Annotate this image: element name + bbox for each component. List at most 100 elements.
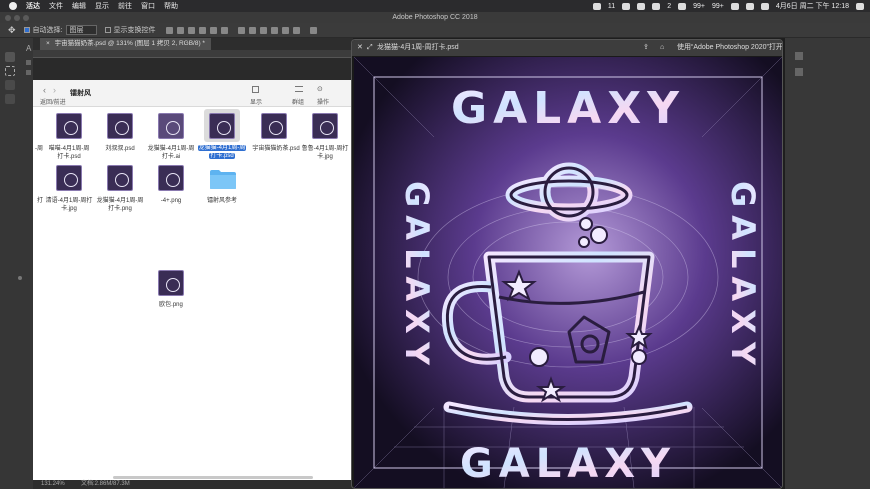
open-with-button[interactable]: 使用“Adobe Photoshop 2020”打开 (677, 40, 782, 56)
app-status-icon[interactable] (622, 2, 631, 10)
panel-icon[interactable] (26, 60, 31, 65)
menu-edit[interactable]: 编辑 (72, 1, 86, 11)
file-name-selected[interactable]: 龙猫猫-4月1周-周 打卡.psd (196, 144, 248, 160)
distribute-icon[interactable] (248, 26, 256, 34)
move-tool-icon[interactable]: ✥ (8, 25, 16, 36)
menu-view[interactable]: 显示 (95, 1, 109, 11)
menu-file[interactable]: 文件 (49, 1, 63, 11)
bluetooth-icon[interactable] (730, 2, 739, 10)
lasso-tool-icon[interactable] (5, 80, 15, 90)
layer-select[interactable]: 图层 (65, 25, 97, 35)
file-thumbnail[interactable] (261, 113, 287, 139)
file-name[interactable]: 喵喵-4月1周-周 打卡.psd (43, 145, 95, 161)
datetime[interactable]: 4月6日 周二 下午 12:18 (776, 1, 849, 11)
partial-file-name[interactable]: -周 (13, 145, 43, 153)
type-tool-icon[interactable]: A (26, 44, 32, 54)
file-thumbnail[interactable] (158, 165, 184, 191)
zoom-icon[interactable] (23, 15, 29, 21)
auto-select-checkbox[interactable] (23, 27, 30, 33)
galaxy-right-text: GALAXY (724, 181, 762, 373)
file-name[interactable]: 宇宙猫猫奶茶.psd (248, 145, 304, 153)
folder-icon[interactable] (209, 168, 237, 190)
control-center-icon[interactable] (856, 2, 864, 10)
app-status-icon[interactable] (678, 2, 687, 10)
search-icon[interactable] (760, 2, 769, 10)
align-icon[interactable] (209, 26, 217, 34)
crop-tool-icon[interactable] (5, 94, 15, 104)
view-icon[interactable] (252, 86, 259, 93)
auto-select-label: 自动选择: (32, 27, 63, 34)
file-thumbnail[interactable] (107, 113, 133, 139)
status-area: 11 2 99+ 99+ 4月6日 周二 下午 12:18 (592, 0, 864, 12)
document-tab[interactable]: × 宇宙猫猫奶茶.psd @ 131% (图层 1 拷贝 2, RGB/8) * (40, 38, 211, 50)
horizontal-scrollbar[interactable] (113, 476, 313, 479)
doc-size: 文档:2.86M/87.3M (81, 481, 130, 487)
app-status-icon[interactable] (652, 2, 661, 10)
app-title: Adobe Photoshop CC 2018 (392, 14, 478, 21)
galaxy-top-text: GALAXY (451, 83, 685, 134)
menu-window[interactable]: 窗口 (141, 1, 155, 11)
badge-2[interactable]: 2 (667, 3, 671, 10)
file-name[interactable]: 龙猫猫-4月1周-周 打卡.png (94, 197, 146, 213)
marquee-tool-icon[interactable] (5, 66, 15, 76)
file-thumbnail[interactable] (158, 270, 184, 296)
finder-toolbar: ‹ › 镭射风 返回/前进 显示 群组 ⊙ 操作 (33, 80, 353, 107)
file-name[interactable]: -4+.png (145, 197, 197, 205)
view-label: 显示 (250, 100, 263, 106)
wifi-icon[interactable] (745, 2, 754, 10)
file-name[interactable]: 刘叔叔.psd (94, 145, 146, 153)
align-icon[interactable] (187, 26, 195, 34)
panel-icon[interactable] (26, 70, 31, 75)
file-thumbnail[interactable] (56, 165, 82, 191)
file-thumbnail-selected[interactable] (209, 113, 235, 139)
lock-icon[interactable]: ⌂ (660, 40, 664, 56)
horizontal-ruler[interactable] (33, 50, 353, 58)
panel-icon[interactable] (795, 52, 803, 60)
file-thumbnail[interactable] (312, 113, 338, 139)
align-icon[interactable] (165, 26, 173, 34)
file-name[interactable]: 鲁鲁-4月1周-周打 卡.jpg (299, 145, 351, 161)
move-tool-icon[interactable] (5, 52, 15, 62)
file-name[interactable]: 欧包.png (145, 301, 197, 309)
badge-99a[interactable]: 99+ (693, 3, 705, 10)
close-icon[interactable]: ✕ (357, 40, 363, 56)
menu-app[interactable]: 活达 (26, 1, 40, 11)
share-icon[interactable]: ⇪ (643, 40, 649, 56)
group-icon[interactable] (295, 86, 303, 92)
file-thumbnail[interactable] (107, 165, 133, 191)
minimize-icon[interactable] (14, 15, 20, 21)
partial-file-name[interactable]: 打 (13, 197, 43, 205)
3d-mode-icon[interactable] (309, 26, 317, 34)
align-icon[interactable] (176, 26, 184, 34)
galaxy-artwork: GALAXY GALAXY GALAXY GALAXY (354, 57, 782, 488)
zoom-level[interactable]: 131.24% (41, 480, 65, 489)
distribute-icon[interactable] (281, 26, 289, 34)
apple-icon[interactable] (9, 2, 17, 10)
badge-11[interactable]: 11 (608, 3, 615, 10)
close-icon[interactable] (5, 15, 11, 21)
file-thumbnail[interactable] (158, 113, 184, 139)
file-name[interactable]: 清语-4月1周-周打 卡.jpg (43, 197, 95, 213)
distribute-icon[interactable] (259, 26, 267, 34)
menu-go[interactable]: 前往 (118, 1, 132, 11)
align-icon[interactable] (220, 26, 228, 34)
badge-99b[interactable]: 99+ (712, 3, 724, 10)
action-icon[interactable]: ⊙ (317, 85, 323, 93)
file-thumbnail[interactable] (56, 113, 82, 139)
align-icon[interactable] (198, 26, 206, 34)
distribute-icon[interactable] (270, 26, 278, 34)
folder-name[interactable]: 镭射风参考 (196, 197, 248, 205)
fullscreen-icon[interactable]: ⤢ (367, 40, 373, 56)
file-name[interactable]: 龙猫猫-4月1周-周 打卡.ai (145, 145, 197, 161)
distribute-icon[interactable] (237, 26, 245, 34)
back-icon[interactable]: ‹ (43, 85, 46, 95)
close-tab-icon[interactable]: × (46, 40, 50, 47)
distribute-icon[interactable] (292, 26, 300, 34)
panel-icon[interactable] (795, 68, 803, 76)
show-transform-checkbox[interactable] (104, 27, 111, 33)
forward-icon[interactable]: › (53, 85, 56, 95)
handle-icon[interactable] (18, 276, 22, 280)
menu-help[interactable]: 帮助 (164, 1, 178, 11)
app-status-icon[interactable] (637, 2, 646, 10)
app-status-icon[interactable] (592, 2, 601, 10)
